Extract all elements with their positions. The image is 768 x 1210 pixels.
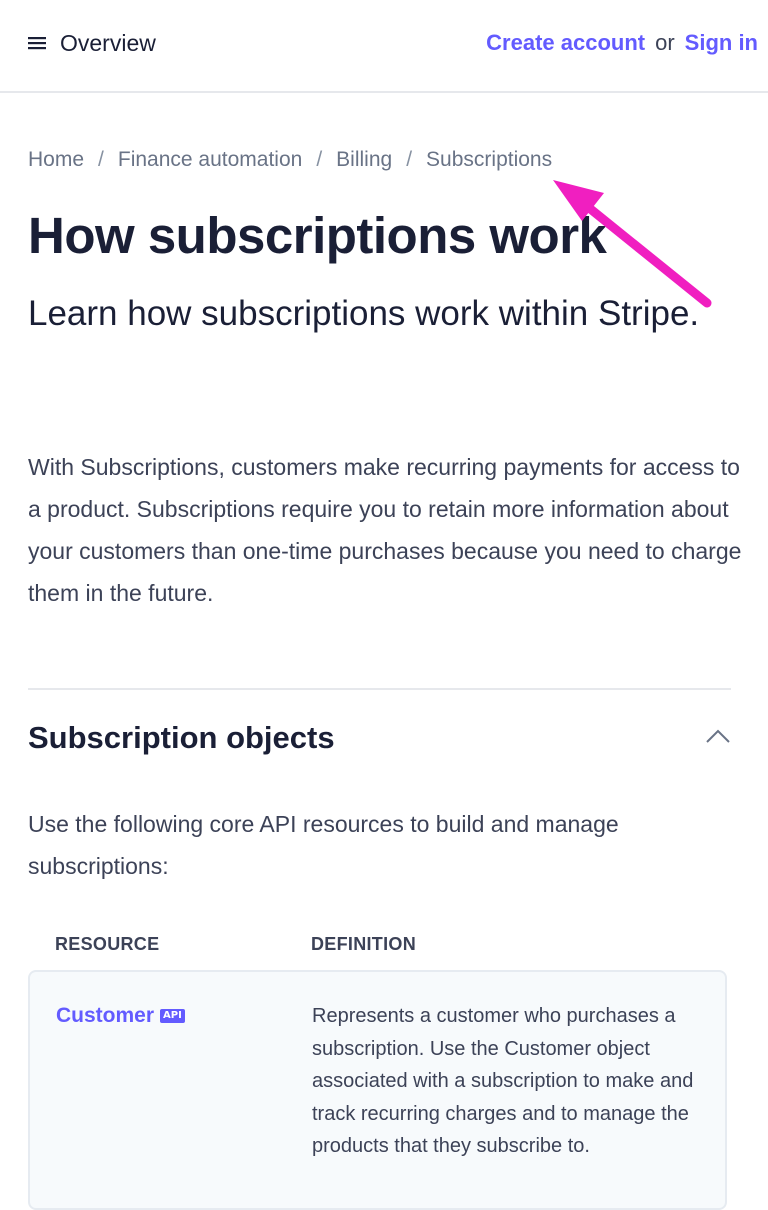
breadcrumb-separator: / [316,148,323,171]
sign-in-link[interactable]: Sign in [685,30,758,56]
definition-cell: Represents a customer who purchases a su… [312,1005,694,1157]
auth-or-text: or [655,30,675,55]
breadcrumb-billing[interactable]: Billing [336,148,392,172]
top-bar: Overview Create account or Sign in [0,0,768,93]
section-divider [28,688,731,690]
intro-paragraph: With Subscriptions, customers make recur… [28,454,742,606]
resource-cell: Customer API [56,1004,185,1028]
api-badge: API [160,1009,185,1023]
customer-resource-link[interactable]: Customer [56,1004,154,1028]
page-subtitle: Learn how subscriptions work within Stri… [28,294,700,333]
section-title: Subscription objects [28,720,335,755]
table-header-definition: DEFINITION [311,934,416,954]
page-title: How subscriptions work [28,207,607,264]
table-row: Customer API Represents a customer who p… [28,970,727,1210]
table-header-resource: RESOURCE [55,934,160,954]
section-description: Use the following core API resources to … [28,811,619,879]
breadcrumb-subscriptions[interactable]: Subscriptions [426,148,552,172]
breadcrumb-finance-automation[interactable]: Finance automation [118,148,302,172]
overview-menu-label: Overview [60,29,156,56]
breadcrumb-home[interactable]: Home [28,148,84,172]
overview-menu-button[interactable]: Overview [28,28,156,58]
breadcrumb-separator: / [406,148,413,171]
auth-links: Create account or Sign in [486,28,758,58]
breadcrumb: Home / Finance automation / Billing / Su… [28,148,552,172]
chevron-up-icon[interactable] [704,727,732,747]
breadcrumb-separator: / [98,148,104,171]
hamburger-menu-icon [28,37,46,50]
create-account-link[interactable]: Create account [486,30,645,56]
